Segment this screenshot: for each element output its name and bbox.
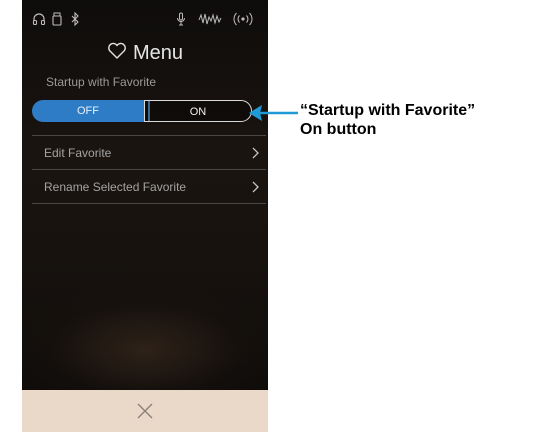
phone-screen: Menu Startup with Favorite OFF ON Edit F… <box>22 0 268 432</box>
wireless-icon <box>232 12 254 28</box>
startup-with-favorite-label: Startup with Favorite <box>46 75 157 89</box>
menu-item-label: Rename Selected Favorite <box>44 180 187 194</box>
bluetooth-icon <box>70 11 80 28</box>
footer-bar <box>22 390 268 432</box>
chevron-right-icon <box>252 147 259 159</box>
heart-icon <box>107 41 127 67</box>
chevron-right-icon <box>252 181 259 193</box>
headphones-icon <box>32 12 46 28</box>
menu-item-rename-selected-favorite[interactable]: Rename Selected Favorite <box>32 169 266 204</box>
callout-arrow <box>249 105 298 121</box>
audio-wave-icon <box>198 12 222 28</box>
toggle-on-button[interactable]: ON <box>144 100 252 122</box>
status-bar <box>22 6 268 30</box>
page-title-label: Menu <box>132 42 184 64</box>
close-icon[interactable] <box>136 402 154 420</box>
menu-item-edit-favorite[interactable]: Edit Favorite <box>32 135 266 170</box>
callout-line-1: “Startup with Favorite” <box>300 102 476 119</box>
list-divider <box>32 203 266 204</box>
menu-item-label: Edit Favorite <box>44 146 112 160</box>
toggle-off-button[interactable]: OFF <box>32 100 144 122</box>
callout-annotation: “Startup with Favorite” On button <box>300 101 475 139</box>
page-title: Menu <box>22 40 268 67</box>
usb-storage-icon <box>52 12 62 28</box>
microphone-icon <box>176 12 186 28</box>
callout-line-2: On button <box>300 121 377 138</box>
startup-with-favorite-toggle[interactable]: OFF ON <box>32 100 264 122</box>
background-glow <box>22 290 268 390</box>
